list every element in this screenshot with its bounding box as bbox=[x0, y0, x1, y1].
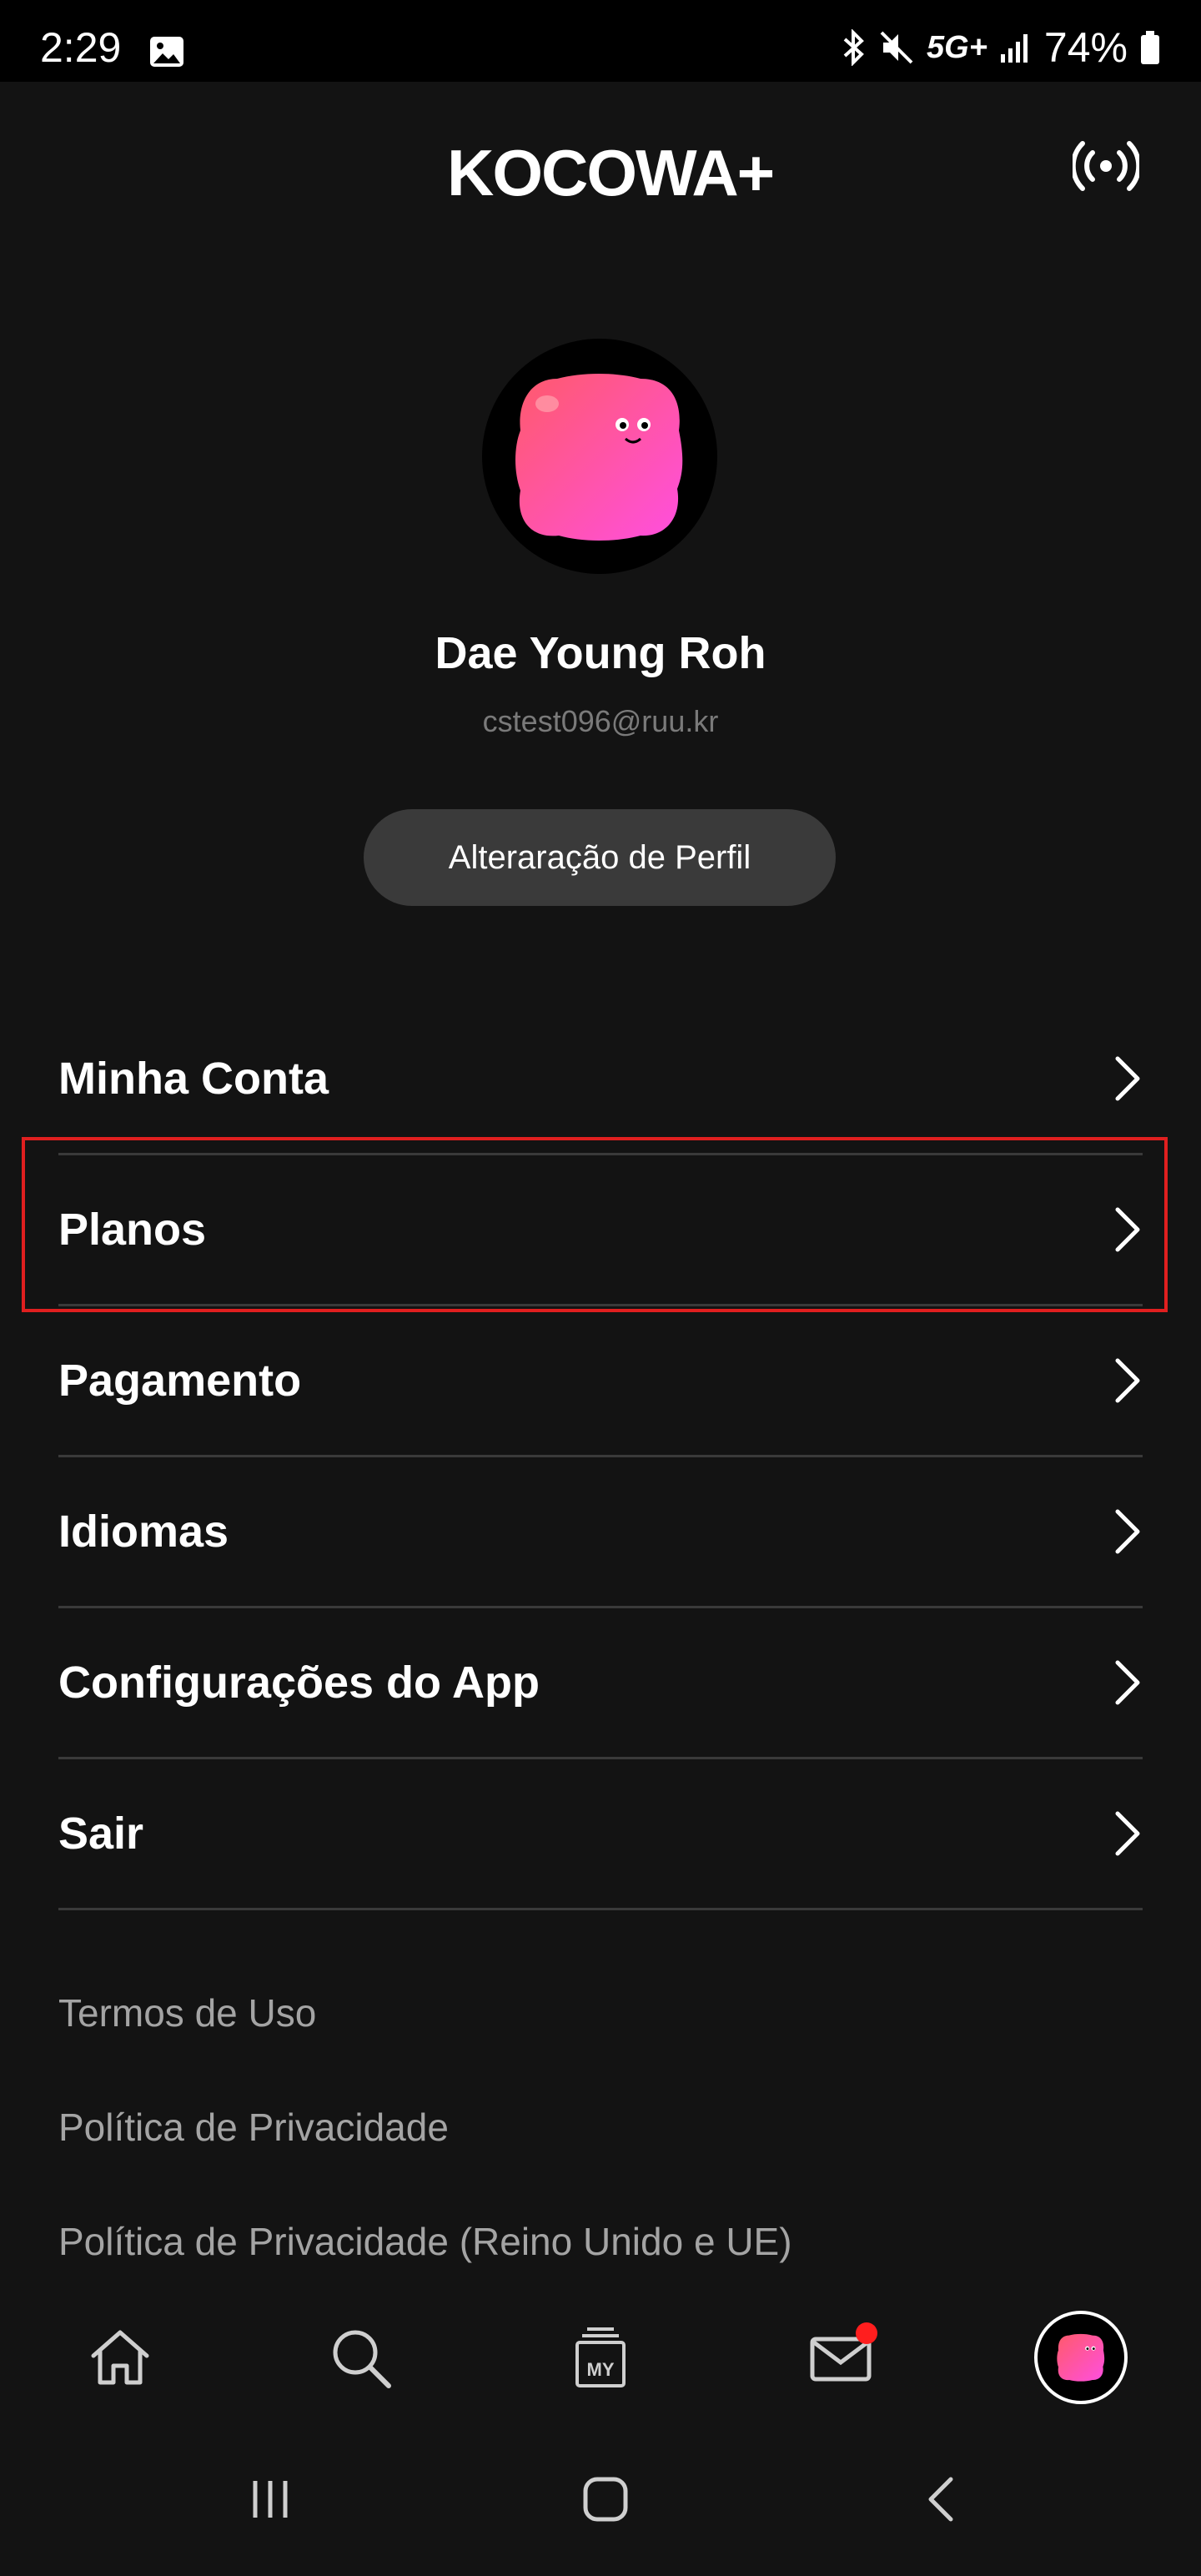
menu-item-label: Pagamento bbox=[58, 1356, 302, 1406]
menu-item-label: Minha Conta bbox=[58, 1054, 329, 1104]
status-indicators: 5G+ 74% bbox=[842, 23, 1161, 72]
link-politica-privacidade[interactable]: Política de Privacidade bbox=[58, 2105, 792, 2219]
nav-avatar bbox=[1034, 2311, 1128, 2404]
nav-home[interactable] bbox=[37, 2291, 204, 2424]
menu-item-pagamento[interactable]: Pagamento bbox=[58, 1306, 1143, 1457]
menu-item-sair[interactable]: Sair bbox=[58, 1759, 1143, 1910]
system-navigation-bar bbox=[0, 2424, 1201, 2576]
edit-profile-button[interactable]: Alteraração de Perfil bbox=[364, 809, 836, 906]
svg-text:MY: MY bbox=[587, 2359, 615, 2380]
home-button[interactable] bbox=[555, 2458, 656, 2541]
back-icon bbox=[928, 2477, 953, 2522]
chevron-right-icon bbox=[1115, 1660, 1140, 1705]
legal-links: Termos de Uso Política de Privacidade Po… bbox=[58, 1990, 792, 2333]
menu-item-idiomas[interactable]: Idiomas bbox=[58, 1457, 1143, 1608]
nav-mail[interactable] bbox=[757, 2291, 924, 2424]
chevron-right-icon bbox=[1115, 1056, 1140, 1101]
gallery-icon bbox=[150, 37, 183, 67]
status-time: 2:29 bbox=[40, 24, 122, 71]
profile-name: Dae Young Roh bbox=[435, 628, 766, 678]
menu-item-label: Sair bbox=[58, 1809, 144, 1859]
back-button[interactable] bbox=[892, 2458, 992, 2541]
menu-item-label: Configurações do App bbox=[58, 1658, 540, 1708]
bluetooth-icon bbox=[843, 29, 864, 66]
mute-icon bbox=[880, 31, 913, 64]
chevron-right-icon bbox=[1115, 1358, 1140, 1403]
nav-profile[interactable] bbox=[997, 2291, 1164, 2424]
nav-search[interactable] bbox=[277, 2291, 444, 2424]
kocowa-logo: KOCOWA+ bbox=[447, 140, 775, 200]
highlight-box bbox=[22, 1137, 1168, 1312]
profile-email: cstest096@ruu.kr bbox=[482, 704, 719, 738]
recent-apps-icon bbox=[253, 2481, 288, 2518]
signal-icon bbox=[1000, 34, 1028, 63]
menu-item-minha-conta[interactable]: Minha Conta bbox=[58, 1004, 1143, 1155]
network-type: 5G+ bbox=[927, 29, 987, 65]
battery-icon bbox=[1141, 31, 1159, 64]
profile-avatar-icon bbox=[515, 374, 683, 541]
bottom-navigation: MY bbox=[0, 2291, 1201, 2424]
notification-dot bbox=[856, 2322, 877, 2344]
nav-my-list[interactable]: MY bbox=[517, 2291, 684, 2424]
link-termos-de-uso[interactable]: Termos de Uso bbox=[58, 1990, 792, 2105]
chevron-right-icon bbox=[1115, 1509, 1140, 1554]
svg-text:KOCOWA+: KOCOWA+ bbox=[447, 140, 773, 200]
cast-broadcast-icon[interactable] bbox=[1073, 138, 1139, 194]
menu-item-configuracoes[interactable]: Configurações do App bbox=[58, 1608, 1143, 1759]
chevron-right-icon bbox=[1115, 1811, 1140, 1856]
profile-avatar[interactable] bbox=[482, 339, 717, 574]
recent-apps-button[interactable] bbox=[220, 2458, 320, 2541]
profile-avatar-icon bbox=[1057, 2333, 1105, 2382]
home-square-icon bbox=[583, 2477, 628, 2522]
battery-percent: 74% bbox=[1043, 24, 1128, 71]
search-icon bbox=[333, 2330, 391, 2388]
menu-item-label: Idiomas bbox=[58, 1507, 229, 1557]
home-icon bbox=[91, 2330, 149, 2385]
status-bar: 2:29 5G+ 74% bbox=[0, 0, 1201, 82]
my-list-icon: MY bbox=[575, 2327, 626, 2387]
